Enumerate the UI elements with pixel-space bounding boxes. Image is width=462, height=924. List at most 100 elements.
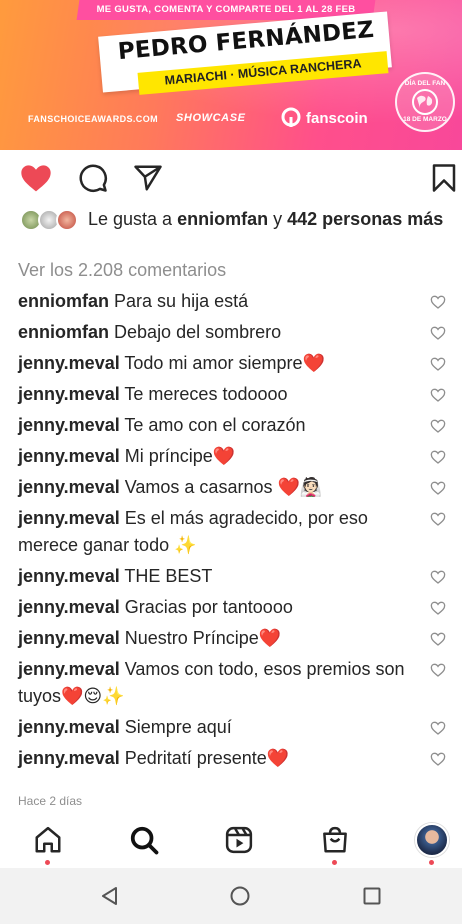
showcase-logo: SHOWCASE (176, 112, 246, 124)
comment-like-icon[interactable] (430, 511, 446, 527)
comment-item: jenny.meval THE BEST (0, 561, 462, 592)
badge-top-text: DÍA DEL FAN (404, 80, 446, 87)
comment-like-icon[interactable] (430, 600, 446, 616)
fanscoin-wordmark: fanscoin (306, 110, 368, 127)
profile-avatar (415, 823, 449, 857)
profile-notification-dot (429, 860, 434, 865)
comment-like-icon[interactable] (430, 720, 446, 736)
likes-text: Le gusta a enniomfan y 442 personas más (20, 207, 450, 231)
paper-plane-icon (134, 165, 162, 191)
nav-shop[interactable] (315, 820, 355, 865)
comment-username[interactable]: jenny.meval (18, 353, 120, 373)
comment-username[interactable]: jenny.meval (18, 566, 120, 586)
comment-text: Gracias por tantoooo (124, 597, 293, 617)
bottom-navigation (0, 812, 462, 868)
comment-text: Te amo con el corazón (124, 415, 306, 435)
comment-item: jenny.meval Todo mi amor siempre❤️ (0, 348, 462, 379)
fanscoin-logo-icon (281, 107, 301, 127)
comment-like-icon[interactable] (430, 569, 446, 585)
banner-tagline: ME GUSTA, COMENTA Y COMPARTE DEL 1 AL 28… (96, 4, 356, 15)
comment-item: enniomfan Para su hija está (0, 286, 462, 317)
likes-conjunction: y (273, 209, 283, 229)
comment-item: jenny.meval Gracias por tantoooo (0, 592, 462, 623)
bookmark-icon (432, 164, 456, 192)
comment-username[interactable]: enniomfan (18, 322, 109, 342)
comment-text: Nuestro Príncipe❤️ (124, 628, 282, 648)
heart-filled-icon (21, 165, 51, 192)
comment-like-icon[interactable] (430, 751, 446, 767)
search-icon (130, 826, 159, 855)
comment-text: Debajo del sombrero (114, 322, 282, 342)
comment-username[interactable]: jenny.meval (18, 477, 120, 497)
comment-like-icon[interactable] (430, 480, 446, 496)
nav-profile[interactable] (412, 820, 452, 865)
comment-username[interactable]: jenny.meval (18, 659, 120, 679)
recents-square-icon[interactable] (360, 884, 384, 908)
comment-like-icon[interactable] (430, 662, 446, 678)
view-all-comments-link[interactable]: Ver los 2.208 comentarios (18, 260, 226, 281)
post-image-banner[interactable]: ME GUSTA, COMENTA Y COMPARTE DEL 1 AL 28… (0, 0, 462, 150)
home-circle-icon[interactable] (228, 884, 252, 908)
like-button[interactable] (19, 161, 53, 195)
comment-item: jenny.meval Pedritatí presente❤️ (0, 743, 462, 774)
liker-avatars (20, 209, 82, 233)
comment-text: Pedritatí presente❤️ (124, 748, 290, 768)
comment-item: jenny.meval Vamos a casarnos ❤️👰🏻 (0, 472, 462, 503)
likes-others-link[interactable]: 442 personas más (287, 209, 443, 229)
nav-search[interactable] (124, 820, 164, 860)
comment-like-icon[interactable] (430, 387, 446, 403)
likes-user-link[interactable]: enniomfan (177, 209, 268, 229)
comment-text: Vamos a casarnos ❤️👰🏻 (124, 477, 323, 497)
comment-like-icon[interactable] (430, 631, 446, 647)
back-triangle-icon[interactable] (98, 884, 122, 908)
comment-like-icon[interactable] (430, 418, 446, 434)
globe-icon (412, 89, 438, 115)
comment-username[interactable]: jenny.meval (18, 384, 120, 404)
share-button[interactable] (131, 161, 165, 195)
comment-username[interactable]: jenny.meval (18, 446, 120, 466)
comment-item: jenny.meval Siempre aquí (0, 712, 462, 743)
comment-item: jenny.meval Vamos con todo, esos premios… (0, 654, 462, 712)
comment-text: Siempre aquí (124, 717, 232, 737)
banner-site: FANSCHOICEAWARDS.COM (28, 114, 159, 124)
post-actions (0, 155, 462, 199)
nav-home[interactable] (28, 820, 68, 865)
comment-username[interactable]: jenny.meval (18, 597, 120, 617)
system-navigation-bar (0, 868, 462, 924)
comment-like-icon[interactable] (430, 356, 446, 372)
comment-bubble-icon (79, 164, 107, 192)
banner-sponsors: FANSCHOICEAWARDS.COM SHOWCASE fanscoin (0, 107, 462, 132)
comment-username[interactable]: jenny.meval (18, 717, 120, 737)
comment-like-icon[interactable] (430, 294, 446, 310)
reels-icon (225, 826, 253, 854)
avatar (56, 209, 78, 231)
comment-text: Mi príncipe❤️ (124, 446, 236, 466)
badge-bottom-text: 18 DE MARZO (403, 116, 447, 123)
comment-text: Todo mi amor siempre❤️ (124, 353, 325, 373)
post-timestamp: Hace 2 días (18, 794, 83, 808)
comment-like-icon[interactable] (430, 325, 446, 341)
comment-item: jenny.meval Nuestro Príncipe❤️ (0, 623, 462, 654)
comment-item: enniomfan Debajo del sombrero (0, 317, 462, 348)
comment-username[interactable]: jenny.meval (18, 415, 120, 435)
fan-day-badge: DÍA DEL FAN 18 DE MARZO (395, 72, 455, 132)
comment-text: THE BEST (124, 566, 213, 586)
comment-username[interactable]: jenny.meval (18, 508, 120, 528)
shop-bag-icon (323, 826, 347, 853)
comment-item: jenny.meval Es el más agradecido, por es… (0, 503, 462, 561)
nav-reels[interactable] (219, 820, 259, 860)
comment-username[interactable]: enniomfan (18, 291, 109, 311)
likes-summary[interactable]: Le gusta a enniomfan y 442 personas más (20, 207, 450, 231)
comment-item: jenny.meval Te mereces todoooo (0, 379, 462, 410)
home-notification-dot (45, 860, 50, 865)
comment-item: jenny.meval Te amo con el corazón (0, 410, 462, 441)
comment-like-icon[interactable] (430, 449, 446, 465)
comment-item: jenny.meval Mi príncipe❤️ (0, 441, 462, 472)
shop-notification-dot (332, 860, 337, 865)
save-button[interactable] (427, 161, 461, 195)
comment-username[interactable]: jenny.meval (18, 748, 120, 768)
comment-text: Te mereces todoooo (124, 384, 288, 404)
comment-button[interactable] (76, 161, 110, 195)
comment-username[interactable]: jenny.meval (18, 628, 120, 648)
comment-text: Para su hija está (114, 291, 249, 311)
